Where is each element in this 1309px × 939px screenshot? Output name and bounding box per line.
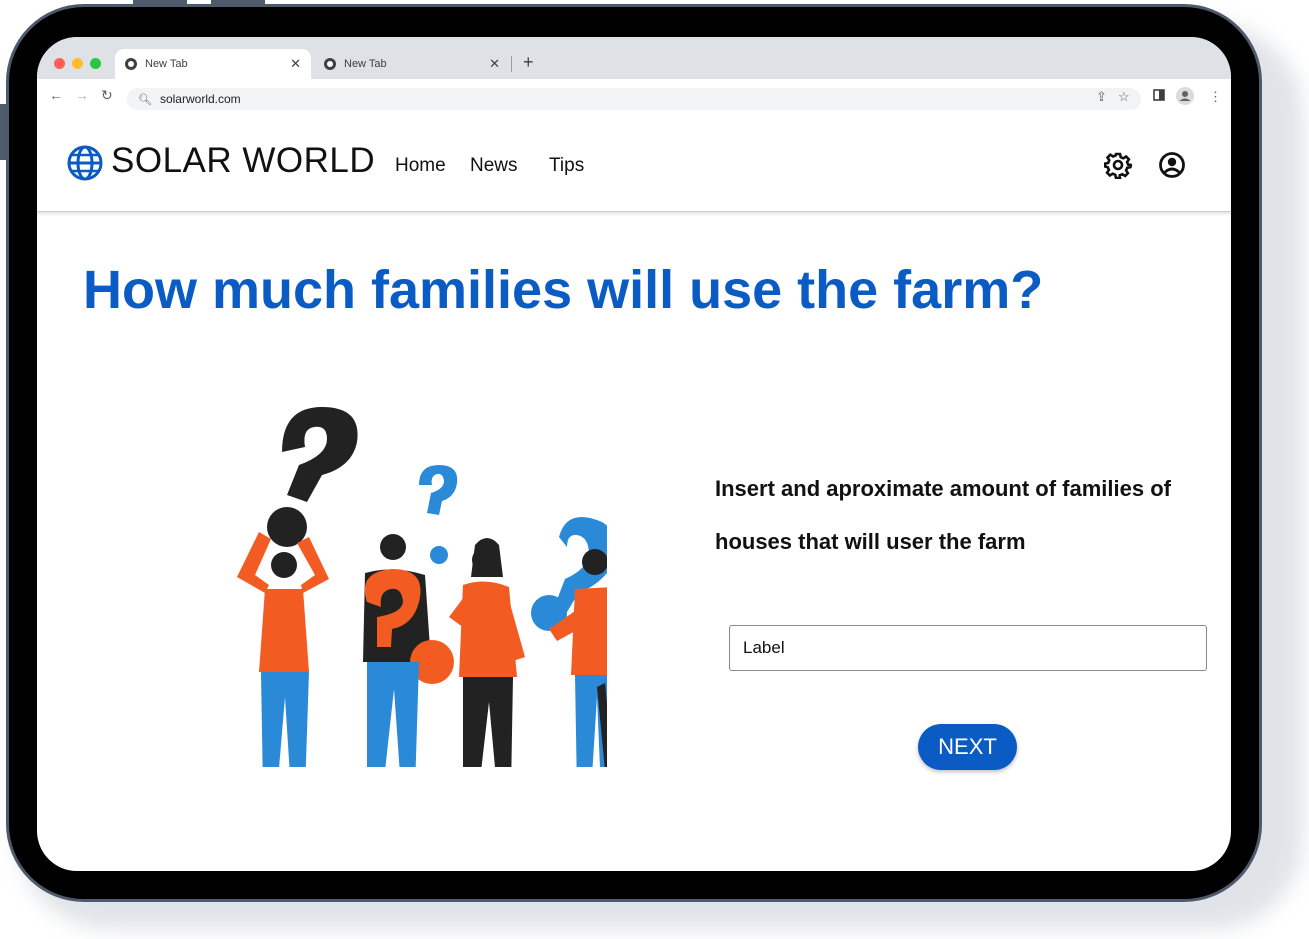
- window-zoom-dot[interactable]: [90, 58, 101, 69]
- instruction-text: Insert and aproximate amount of families…: [715, 476, 1171, 554]
- window-close-dot[interactable]: [54, 58, 65, 69]
- next-button[interactable]: NEXT: [918, 724, 1017, 770]
- settings-gear-icon[interactable]: [1104, 151, 1132, 179]
- people-question-marks-illustration: [237, 407, 607, 767]
- chrome-icon: [324, 58, 336, 70]
- bookmark-star-icon[interactable]: ☆: [1118, 89, 1130, 105]
- brand-name[interactable]: SOLAR WORLD: [111, 141, 375, 181]
- nav-tips[interactable]: Tips: [549, 155, 584, 177]
- browser-toolbar: ← → ↻ 🔍︎ solarworld.com ⇪ ☆ ⋮: [37, 79, 1231, 115]
- share-icon[interactable]: ⇪: [1096, 89, 1107, 105]
- nav-news[interactable]: News: [470, 155, 518, 177]
- reload-icon[interactable]: ↻: [101, 87, 113, 104]
- browser-tab[interactable]: New Tab ✕: [115, 49, 311, 79]
- side-panel-icon[interactable]: [1153, 89, 1165, 104]
- nav-home[interactable]: Home: [395, 155, 446, 177]
- close-tab-icon[interactable]: ✕: [489, 56, 500, 72]
- families-amount-input[interactable]: [729, 625, 1207, 671]
- site-header: SOLAR WORLD Home News Tips: [37, 115, 1231, 212]
- search-icon: 🔍︎: [138, 93, 152, 106]
- new-tab-icon[interactable]: +: [523, 52, 534, 73]
- screen: New Tab ✕ New Tab ✕ + ← → ↻ 🔍︎ solarworl…: [37, 37, 1231, 871]
- browser-tabstrip: New Tab ✕ New Tab ✕ +: [37, 37, 1231, 79]
- tab-title: New Tab: [344, 58, 387, 70]
- page-title: How much families will use the farm?: [83, 260, 1044, 320]
- chrome-icon: [125, 58, 137, 70]
- back-icon[interactable]: ←: [49, 87, 63, 103]
- browser-tab[interactable]: New Tab ✕: [314, 49, 510, 79]
- tab-title: New Tab: [145, 58, 188, 70]
- tab-separator: [511, 56, 512, 72]
- close-tab-icon[interactable]: ✕: [290, 56, 301, 72]
- window-minimize-dot[interactable]: [72, 58, 83, 69]
- account-circle-icon[interactable]: [1158, 151, 1186, 179]
- address-bar[interactable]: 🔍︎ solarworld.com: [127, 88, 1141, 110]
- profile-icon[interactable]: [1176, 87, 1194, 108]
- forward-icon[interactable]: →: [75, 87, 89, 103]
- menu-kebab-icon[interactable]: ⋮: [1209, 89, 1222, 105]
- url-text: solarworld.com: [159, 92, 241, 106]
- globe-icon: [67, 145, 103, 181]
